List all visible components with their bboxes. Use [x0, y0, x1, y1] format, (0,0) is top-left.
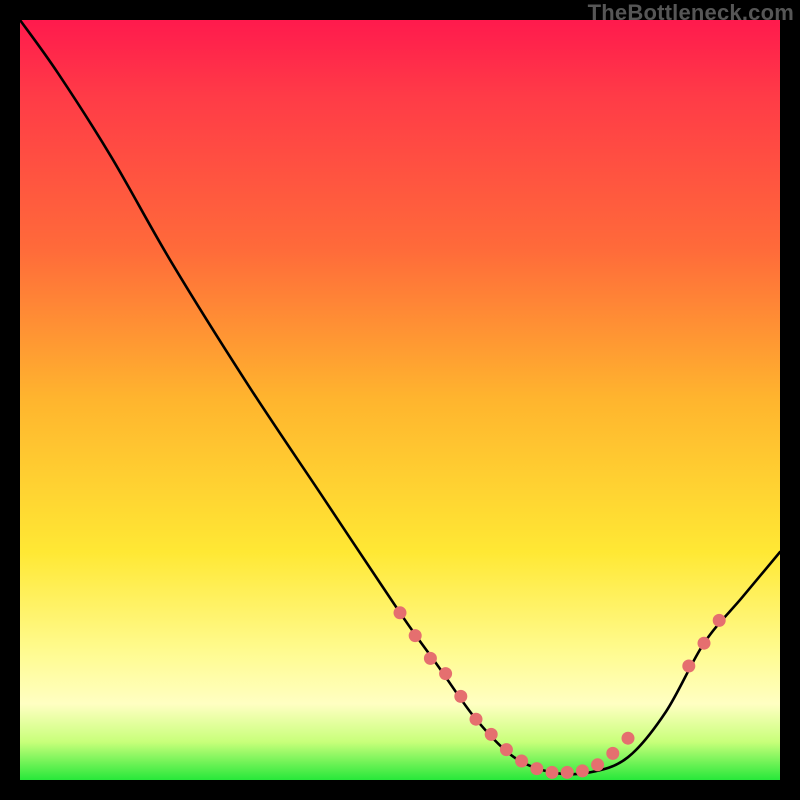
curve-marker: [439, 667, 452, 680]
curve-marker: [454, 690, 467, 703]
curve-marker: [530, 762, 543, 775]
chart-frame: [20, 20, 780, 780]
curve-marker: [591, 758, 604, 771]
curve-marker: [561, 766, 574, 779]
curve-marker: [394, 606, 407, 619]
curve-marker: [698, 637, 711, 650]
curve-marker: [500, 743, 513, 756]
bottleneck-curve: [20, 20, 780, 774]
curve-marker: [424, 652, 437, 665]
chart-svg: [20, 20, 780, 780]
curve-marker: [515, 755, 528, 768]
curve-marker: [409, 629, 422, 642]
curve-marker: [682, 660, 695, 673]
curve-marker: [606, 747, 619, 760]
curve-marker: [576, 764, 589, 777]
curve-marker: [546, 766, 559, 779]
curve-marker: [713, 614, 726, 627]
curve-marker: [470, 713, 483, 726]
curve-marker: [622, 732, 635, 745]
curve-marker: [485, 728, 498, 741]
